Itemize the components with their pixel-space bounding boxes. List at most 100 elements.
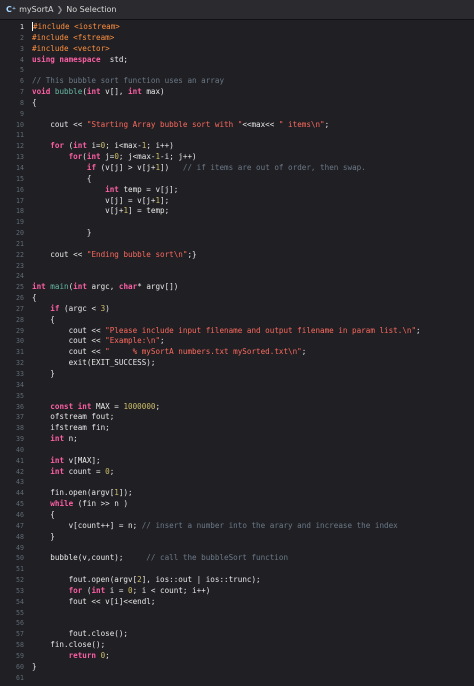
- code-line[interactable]: 36 const int MAX = 1000000;: [0, 402, 474, 413]
- code-line[interactable]: 7 void bubble(int v[], int max): [0, 87, 474, 98]
- code-token: ;: [324, 119, 330, 129]
- code-token: char: [118, 282, 138, 292]
- line-number: 56: [16, 619, 24, 628]
- code-line[interactable]: 24: [0, 271, 474, 282]
- code-line[interactable]: 10 cout << "Starting Array bubble sort w…: [0, 120, 474, 131]
- code-line[interactable]: 26 {: [0, 293, 474, 304]
- code-token: }: [32, 228, 92, 238]
- code-line[interactable]: 34: [0, 380, 474, 391]
- code-line[interactable]: 51: [0, 564, 474, 575]
- code-line[interactable]: 42 int count = 0;: [0, 467, 474, 478]
- code-line[interactable]: 47 v[count++] = n; // insert a number in…: [0, 521, 474, 532]
- code-token: int: [86, 152, 101, 162]
- code-line[interactable]: 19: [0, 217, 474, 228]
- code-line[interactable]: 5: [0, 65, 474, 76]
- code-token: {: [32, 314, 55, 324]
- code-line[interactable]: 37 ofstream fout;: [0, 412, 474, 423]
- code-token: (fin >> n ): [73, 499, 129, 509]
- code-line[interactable]: 21: [0, 239, 474, 250]
- line-number: 58: [16, 641, 24, 650]
- line-number: 17: [16, 196, 24, 205]
- code-line[interactable]: 60}: [0, 662, 474, 673]
- file-name-crumb[interactable]: mySortA: [19, 5, 53, 14]
- line-number: 26: [16, 294, 24, 303]
- code-line[interactable]: 3 #include <vector>: [0, 44, 474, 55]
- code-line[interactable]: 2 #include <fstream>: [0, 33, 474, 44]
- code-line[interactable]: 43: [0, 477, 474, 488]
- code-token: // insert a number into the arary and in…: [141, 520, 398, 530]
- code-line[interactable]: 4 using namespace std;: [0, 55, 474, 66]
- code-line[interactable]: 22 cout << "Ending bubble sort\n";}: [0, 250, 474, 261]
- code-line[interactable]: 9: [0, 109, 474, 120]
- code-line[interactable]: 12 for (int i=0; i<max-1; i++): [0, 141, 474, 152]
- code-line[interactable]: 45 while (fin >> n ): [0, 499, 474, 510]
- code-line[interactable]: 25 int main(int argc, char* argv[]): [0, 282, 474, 293]
- code-token: temp = v[j];: [118, 184, 179, 194]
- code-line[interactable]: 23: [0, 261, 474, 272]
- code-line[interactable]: 55: [0, 608, 474, 619]
- code-line[interactable]: 33 }: [0, 369, 474, 380]
- code-editor[interactable]: 1 #include <iostream> 2 #include <fstream> 3…: [0, 20, 474, 686]
- code-text: // This bubble sort function uses an arr…: [32, 76, 224, 87]
- code-line[interactable]: 50 bubble(v,count); // call the bubbleSo…: [0, 553, 474, 564]
- line-number: 13: [16, 153, 24, 162]
- code-line[interactable]: 41 int v[MAX];: [0, 456, 474, 467]
- code-line[interactable]: 59 return 0;: [0, 651, 474, 662]
- code-line[interactable]: 27 if (argc < 3): [0, 304, 474, 315]
- code-line[interactable]: 11: [0, 130, 474, 141]
- code-line[interactable]: 20 }: [0, 228, 474, 239]
- code-line[interactable]: 14 if (v[j] > v[j+1]) // if items are ou…: [0, 163, 474, 174]
- code-text: using namespace std;: [32, 55, 128, 66]
- code-line[interactable]: 38 ifstream fin;: [0, 423, 474, 434]
- code-token: (v[j] > v[j+: [96, 162, 156, 172]
- selection-crumb[interactable]: No Selection: [66, 5, 116, 14]
- code-token: void: [32, 87, 51, 97]
- code-token: main: [50, 282, 69, 292]
- code-token: "Starting Array bubble sort with ": [86, 119, 243, 129]
- code-line[interactable]: 57 fout.close();: [0, 629, 474, 640]
- code-text: #include <vector>: [32, 44, 110, 55]
- code-line[interactable]: 58 fin.close();: [0, 640, 474, 651]
- code-line[interactable]: 44 fin.open(argv[1]);: [0, 488, 474, 499]
- line-number: 27: [16, 304, 24, 313]
- code-line[interactable]: 17 v[j] = v[j+1];: [0, 196, 474, 207]
- code-token: int: [91, 585, 106, 595]
- code-token: #include <iostream>: [33, 22, 120, 31]
- code-text: fout << v[i]<<endl;: [32, 597, 156, 608]
- code-token: "Please include input filename and outpu…: [105, 325, 417, 335]
- line-number: 15: [16, 174, 24, 183]
- code-line[interactable]: 56: [0, 618, 474, 629]
- code-line[interactable]: 40: [0, 445, 474, 456]
- code-token: ofstream fout;: [32, 412, 115, 422]
- code-line[interactable]: 46 {: [0, 510, 474, 521]
- line-number: 48: [16, 532, 24, 541]
- code-line[interactable]: 54 fout << v[i]<<endl;: [0, 597, 474, 608]
- code-line[interactable]: 16 int temp = v[j];: [0, 185, 474, 196]
- line-number: 23: [16, 261, 24, 270]
- code-line[interactable]: 8{: [0, 98, 474, 109]
- code-token: }: [32, 531, 55, 541]
- code-line[interactable]: 61: [0, 673, 474, 684]
- line-number: 46: [16, 510, 24, 519]
- code-line[interactable]: 13 for(int j=0; j<max-1-i; j++): [0, 152, 474, 163]
- code-text: bubble(v,count); // call the bubbleSort …: [32, 553, 288, 564]
- code-line[interactable]: 15 {: [0, 174, 474, 185]
- code-line[interactable]: 48 }: [0, 532, 474, 543]
- code-line[interactable]: 18 v[j+1] = temp;: [0, 206, 474, 217]
- code-line[interactable]: 31 cout << " % mySortA numbers.txt mySor…: [0, 347, 474, 358]
- line-number: 19: [16, 218, 24, 227]
- code-line[interactable]: 35: [0, 391, 474, 402]
- code-line[interactable]: 28 {: [0, 315, 474, 326]
- code-line[interactable]: 30 cout << "Example:\n";: [0, 336, 474, 347]
- code-line[interactable]: 39 int n;: [0, 434, 474, 445]
- code-line[interactable]: 6 // This bubble sort function uses an ar…: [0, 76, 474, 87]
- code-line[interactable]: 52 fout.open(argv[2], ios::out | ios::tr…: [0, 575, 474, 586]
- code-line[interactable]: 32 exit(EXIT_SUCCESS);: [0, 358, 474, 369]
- code-line[interactable]: 1 #include <iostream>: [0, 22, 474, 33]
- code-line[interactable]: 29 cout << "Please include input filenam…: [0, 326, 474, 337]
- code-line[interactable]: 49: [0, 543, 474, 554]
- code-line[interactable]: 53 for (int i = 0; i < count; i++): [0, 586, 474, 597]
